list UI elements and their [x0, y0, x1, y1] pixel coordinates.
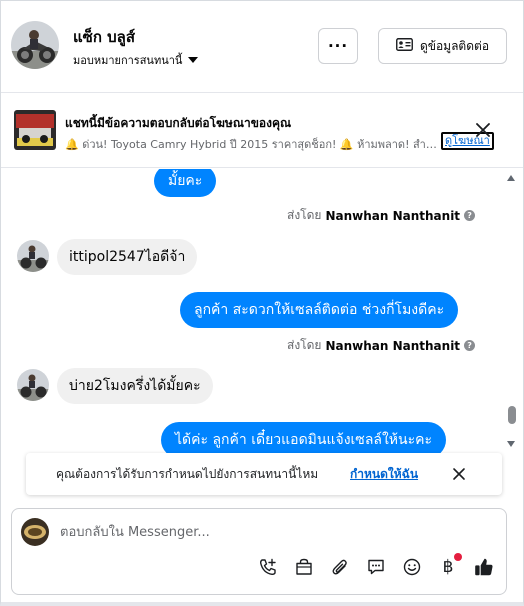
assign-to-me-link[interactable]: กำหนดให้ฉัน: [350, 465, 418, 484]
paperclip-icon[interactable]: [328, 555, 352, 579]
close-icon[interactable]: [475, 122, 491, 142]
close-icon[interactable]: [452, 466, 466, 485]
incoming-message[interactable]: ittipol2547ไอดีจ้า: [57, 239, 198, 275]
assign-conversation-dropdown[interactable]: มอบหมายการสนทนานี้: [73, 51, 199, 69]
chat-panel: แซ็ก บลูส์ มอบหมายการสนทนานี้ ··· ดูข้อม…: [0, 0, 524, 606]
view-contact-info-button[interactable]: ดูข้อมูลติดต่อ: [378, 28, 507, 64]
chevron-down-icon: [188, 57, 199, 63]
sent-by-prefix: ส่งโดย: [287, 338, 322, 352]
outgoing-message[interactable]: ลูกค้า สะดวกให้เซลล์ติดต่อ ช่วงกี่โมงดีค…: [180, 292, 459, 328]
sender-name: Nanwhan Nanthanit: [325, 208, 461, 223]
help-icon[interactable]: ?: [464, 210, 476, 221]
notification-dot: [454, 553, 462, 561]
assign-prompt-text: คุณต้องการได้รับการกำหนดไปยังการสนทนานี้…: [56, 467, 319, 481]
sent-by-prefix: ส่งโดย: [287, 208, 322, 222]
view-contact-info-label: ดูข้อมูลติดต่อ: [419, 38, 490, 53]
outgoing-message[interactable]: ได้ค่ะ ลูกค้า เดี๋ยวแอดมินแจ้งเซลล์ให้นะ…: [161, 422, 447, 454]
shop-bag-icon[interactable]: [292, 555, 316, 579]
contact-card-icon: [396, 38, 413, 54]
reply-input[interactable]: [60, 522, 460, 542]
baht-symbol: ฿: [442, 557, 454, 577]
contact-avatar[interactable]: [11, 21, 59, 69]
saved-reply-icon[interactable]: [364, 555, 388, 579]
ad-banner-title: แชทนี้มีข้อความตอบกลับต่อโฆษณาของคุณ: [65, 116, 292, 130]
emoji-icon[interactable]: [400, 555, 424, 579]
scroll-down-arrow[interactable]: [507, 441, 515, 447]
contact-name[interactable]: แซ็ก บลูส์: [73, 25, 135, 49]
contact-avatar-small: [17, 369, 49, 401]
baht-icon[interactable]: ฿: [436, 553, 462, 579]
ad-thumbnail: [14, 110, 56, 150]
assign-prompt: คุณต้องการได้รับการกำหนดไปยังการสนทนานี้…: [26, 453, 502, 495]
help-icon[interactable]: ?: [464, 340, 476, 351]
sent-by-meta: ส่งโดย Nanwhan Nanthanit ?: [287, 336, 476, 355]
thumbs-up-icon[interactable]: [472, 555, 496, 579]
chat-header: แซ็ก บลูส์ มอบหมายการสนทนานี้ ··· ดูข้อม…: [1, 1, 523, 93]
outgoing-message[interactable]: มั้ยคะ: [154, 169, 217, 197]
page-avatar: [21, 518, 49, 546]
message-thread[interactable]: มั้ยคะ ส่งโดย Nanwhan Nanthanit ? ittipo…: [1, 169, 523, 454]
scrollbar-thumb[interactable]: [508, 406, 516, 424]
call-plus-icon[interactable]: [256, 555, 280, 579]
assign-label: มอบหมายการสนทนานี้: [73, 54, 183, 67]
sender-name: Nanwhan Nanthanit: [325, 338, 461, 353]
more-icon: ···: [327, 37, 349, 55]
scroll-up-arrow[interactable]: [507, 175, 515, 181]
incoming-message[interactable]: บ่าย2โมงครึ่งได้มั้ยคะ: [57, 368, 213, 404]
more-options-button[interactable]: ···: [318, 28, 358, 64]
ad-preview-text: 🔔 ด่วน! Toyota Camry Hybrid ปี 2015 ราคา…: [65, 138, 437, 151]
sent-by-meta: ส่งโดย Nanwhan Nanthanit ?: [287, 206, 476, 225]
contact-avatar-small: [17, 240, 49, 272]
message-composer: ฿: [11, 508, 507, 595]
ad-reply-banner: แชทนี้มีข้อความตอบกลับต่อโฆษณาของคุณ 🔔 ด…: [1, 94, 523, 168]
composer-toolbar: ฿: [256, 553, 496, 579]
